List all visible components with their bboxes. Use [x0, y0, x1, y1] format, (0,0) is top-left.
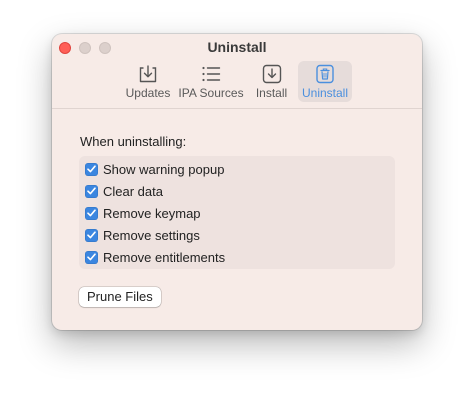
checkbox[interactable]	[85, 228, 98, 242]
checkbox[interactable]	[85, 250, 98, 264]
toolbar-tab-label: IPA Sources	[178, 86, 244, 100]
checkbox[interactable]	[85, 162, 98, 176]
toolbar-tab-updates[interactable]: Updates	[122, 61, 174, 102]
toolbar-tab-label: Updates	[125, 86, 171, 100]
option-remove-entitlements[interactable]: Remove entitlements	[85, 248, 225, 266]
trash-icon	[316, 64, 334, 84]
option-label: Show warning popup	[103, 161, 225, 177]
checkmark-icon	[87, 231, 96, 239]
option-label: Remove keymap	[103, 205, 201, 221]
toolbar-tab-install[interactable]: Install	[249, 61, 294, 102]
checkmark-icon	[87, 253, 96, 261]
option-clear-data[interactable]: Clear data	[85, 182, 163, 200]
download-tray-icon	[139, 65, 157, 83]
toolbar-tab-uninstall[interactable]: Uninstall	[298, 61, 352, 102]
toolbar-tab-label: Install	[255, 86, 288, 100]
option-remove-keymap[interactable]: Remove keymap	[85, 204, 201, 222]
checkmark-icon	[87, 165, 96, 173]
option-show-warning-popup[interactable]: Show warning popup	[85, 160, 224, 178]
section-label: When uninstalling:	[80, 134, 187, 149]
option-remove-settings[interactable]: Remove settings	[85, 226, 200, 244]
toolbar-tab-ipa-sources[interactable]: IPA Sources	[178, 61, 244, 102]
checkmark-icon	[87, 209, 96, 217]
uninstall-window: Uninstall Updates IPA Sources Install Un…	[52, 34, 422, 330]
titlebar: Uninstall Updates IPA Sources Install Un…	[52, 34, 422, 109]
checkbox[interactable]	[85, 206, 98, 220]
option-label: Clear data	[103, 183, 163, 199]
install-box-icon	[262, 64, 281, 84]
checkbox[interactable]	[85, 184, 98, 198]
option-label: Remove entitlements	[103, 249, 226, 265]
toolbar-tab-label: Uninstall	[301, 86, 349, 100]
option-label: Remove settings	[103, 227, 200, 243]
checkmark-icon	[87, 187, 96, 195]
uninstall-options-group: Show warning popup Clear data Remove key…	[79, 156, 395, 269]
uninstall-settings-pane: When uninstalling: Show warning popup Cl…	[52, 109, 422, 330]
window-title: Uninstall	[207, 39, 267, 55]
prune-files-button[interactable]: Prune Files	[79, 287, 161, 307]
list-icon	[202, 66, 221, 82]
